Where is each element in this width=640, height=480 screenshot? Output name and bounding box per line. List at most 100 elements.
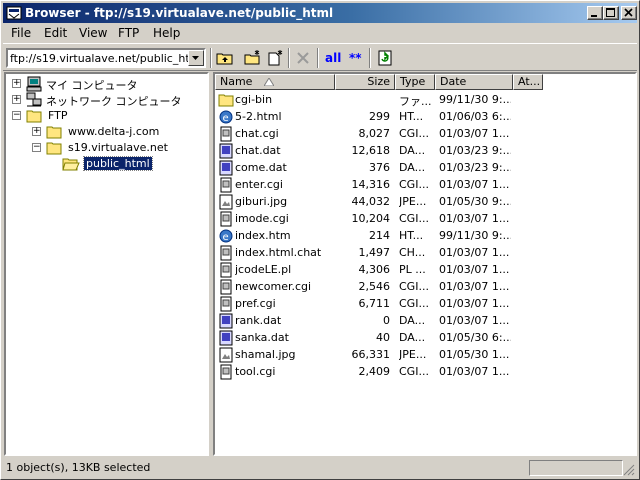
file-size: 10,204 (351, 212, 391, 225)
file-row[interactable]: sanka.dat 40 DA... 01/05/30 6:... (215, 329, 635, 346)
file-name: newcomer.cgi (235, 280, 312, 293)
app-icon (6, 6, 22, 20)
expand-icon[interactable]: + (32, 127, 41, 136)
file-type: DA... (399, 314, 426, 327)
menu-ftp[interactable]: FTP (118, 26, 139, 40)
tree-item-public-html[interactable]: public_html (62, 156, 182, 172)
file-row[interactable]: rank.dat 0 DA... 01/03/07 1... (215, 312, 635, 329)
file-date: 01/03/07 1... (439, 212, 510, 225)
toolbar-separator (369, 48, 371, 68)
tree-label: FTP (48, 109, 68, 122)
file-size: 66,331 (351, 348, 391, 361)
column-header-type[interactable]: Type (395, 74, 435, 90)
file-size: 376 (369, 161, 390, 174)
select-all-button[interactable]: all (325, 51, 341, 65)
file-row[interactable]: newcomer.cgi 2,546 CGI... 01/03/07 1... (215, 278, 635, 295)
refresh-icon[interactable] (375, 48, 395, 68)
tree-item-my-computer[interactable]: + マイ コンピュータ (10, 76, 200, 92)
file-row[interactable]: chat.cgi 8,027 CGI... 01/03/07 1... (215, 125, 635, 142)
file-date: 01/03/23 9:... (439, 161, 511, 174)
file-type: DA... (399, 144, 426, 157)
column-header-name[interactable]: Name (215, 74, 335, 90)
file-date: 99/11/30 9:... (439, 229, 511, 242)
browser-window: Browser - ftp://s19.virtualave.net/publi… (0, 0, 640, 480)
menu-edit[interactable]: Edit (44, 26, 67, 40)
tree-label: www.delta-j.com (68, 125, 160, 138)
file-icon (220, 296, 232, 312)
file-icon (220, 126, 232, 142)
menu-help[interactable]: Help (153, 26, 180, 40)
file-row[interactable]: e index.htm 214 HT... 99/11/30 9:... (215, 227, 635, 244)
file-size: 1,497 (358, 246, 391, 259)
minimize-button[interactable] (587, 6, 603, 20)
file-row[interactable]: come.dat 376 DA... 01/03/23 9:... (215, 159, 635, 176)
expand-icon[interactable]: + (12, 79, 21, 88)
file-row[interactable]: jcodeLE.pl 4,306 PL ... 01/03/07 1... (215, 261, 635, 278)
file-type: HT... (399, 110, 424, 123)
file-row[interactable]: chat.dat 12,618 DA... 01/03/23 9:... (215, 142, 635, 159)
tree-label: マイ コンピュータ (46, 79, 138, 92)
address-text: ftp://s19.virtualave.net/public_html (10, 52, 204, 65)
file-name: chat.dat (235, 144, 281, 157)
file-type: CGI... (399, 178, 429, 191)
tree-item-s19[interactable]: − s19.virtualave.net (30, 140, 200, 156)
chevron-down-icon (192, 56, 199, 60)
file-row[interactable]: index.html.chat 1,497 CH... 01/03/07 1... (215, 244, 635, 261)
file-type: CGI... (399, 297, 429, 310)
file-row[interactable]: giburi.jpg 44,032 JPE... 01/05/30 9:... (215, 193, 635, 210)
close-button[interactable] (621, 6, 637, 20)
menu-view[interactable]: View (79, 26, 107, 40)
new-folder-icon[interactable] (243, 48, 263, 68)
wildcard-button[interactable]: ** (349, 51, 362, 65)
file-name: enter.cgi (235, 178, 283, 191)
svg-text:e: e (223, 113, 229, 124)
file-size: 8,027 (358, 127, 391, 140)
up-folder-icon[interactable] (215, 48, 235, 68)
file-name: sanka.dat (235, 331, 289, 344)
file-row[interactable]: pref.cgi 6,711 CGI... 01/03/07 1... (215, 295, 635, 312)
file-name: imode.cgi (235, 212, 289, 225)
file-date: 01/03/23 9:... (439, 144, 511, 157)
folder-open-icon (62, 158, 80, 171)
file-name: giburi.jpg (235, 195, 288, 208)
file-row[interactable]: shamal.jpg 66,331 JPE... 01/05/30 1... (215, 346, 635, 363)
computer-icon (26, 76, 42, 92)
folder-icon (218, 94, 234, 107)
tree-item-network[interactable]: + ネットワーク コンピュータ (10, 92, 200, 108)
file-list[interactable]: Name Size Type Date At... cgi-bin ファ... 99… (213, 72, 637, 456)
column-header-attr[interactable]: At... (513, 74, 543, 90)
title-bar[interactable]: Browser - ftp://s19.virtualave.net/publi… (3, 3, 637, 23)
file-type: PL ... (399, 263, 426, 276)
file-row[interactable]: cgi-bin ファ... 99/11/30 9:... (215, 91, 635, 108)
menu-file[interactable]: File (11, 26, 31, 40)
file-type: CGI... (399, 280, 429, 293)
file-row[interactable]: enter.cgi 14,316 CGI... 01/03/07 1... (215, 176, 635, 193)
dat-icon (219, 160, 233, 176)
collapse-icon[interactable]: − (12, 111, 21, 120)
file-type: ファ... (399, 95, 432, 108)
folder-tree[interactable]: + マイ コンピュータ + ネットワーク コンピュータ − FTP + www.… (4, 72, 209, 456)
maximize-button[interactable] (603, 6, 619, 20)
tree-item-delta-j[interactable]: + www.delta-j.com (30, 124, 200, 140)
column-header-size[interactable]: Size (335, 74, 395, 90)
file-row[interactable]: imode.cgi 10,204 CGI... 01/03/07 1... (215, 210, 635, 227)
new-file-icon[interactable] (265, 48, 285, 68)
file-row[interactable]: tool.cgi 2,409 CGI... 01/03/07 1... (215, 363, 635, 380)
file-size: 0 (383, 314, 390, 327)
column-header-date[interactable]: Date (435, 74, 513, 90)
file-row[interactable]: e 5-2.html 299 HT... 01/06/03 6:... (215, 108, 635, 125)
address-combo[interactable]: ftp://s19.virtualave.net/public_html (6, 48, 206, 68)
file-size: 2,409 (358, 365, 391, 378)
file-type: CGI... (399, 365, 429, 378)
file-icon (220, 177, 232, 193)
collapse-icon[interactable]: − (32, 143, 41, 152)
file-size: 14,316 (351, 178, 391, 191)
file-name: index.html.chat (235, 246, 322, 259)
resize-grip-icon[interactable] (623, 464, 635, 476)
address-dropdown-button[interactable] (188, 50, 204, 66)
menu-bar: File Edit View FTP Help (3, 24, 637, 42)
tree-item-ftp[interactable]: − FTP (10, 108, 200, 124)
expand-icon[interactable]: + (12, 95, 21, 104)
file-size: 299 (369, 110, 390, 123)
delete-icon[interactable] (293, 48, 313, 68)
